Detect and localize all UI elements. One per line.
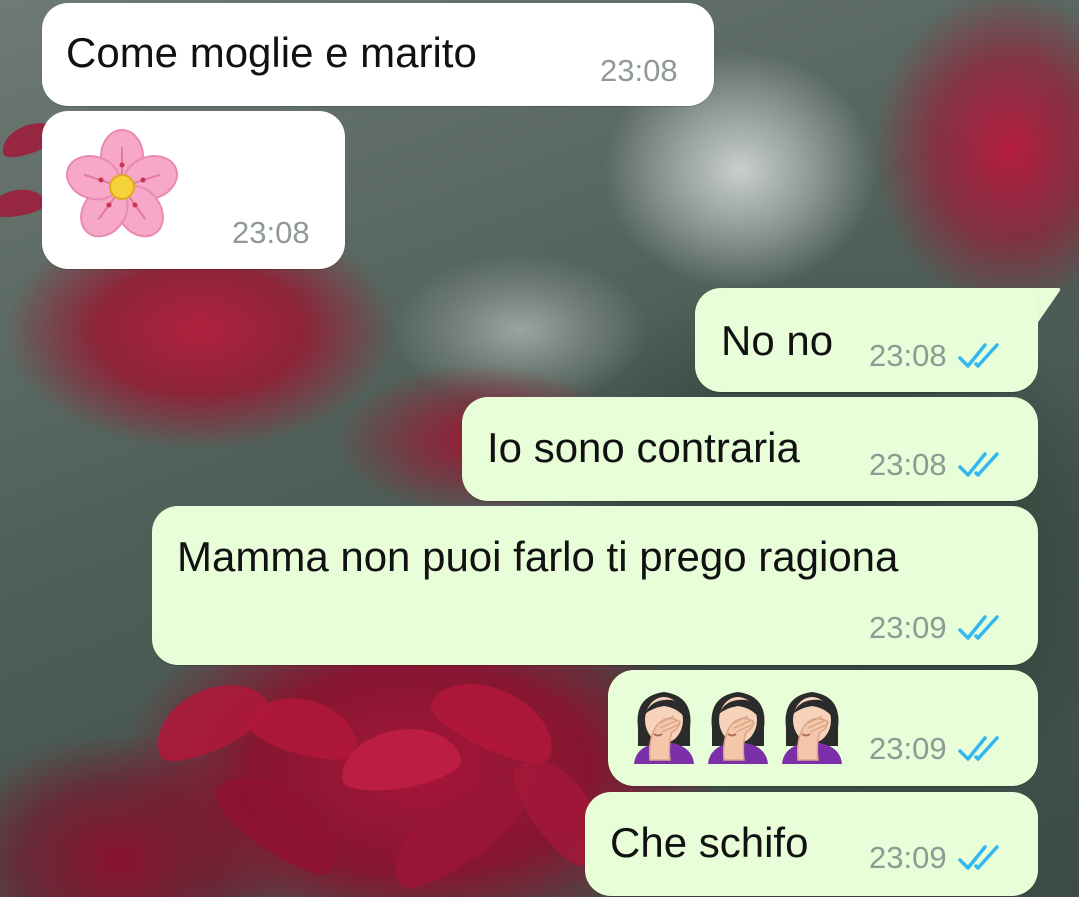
message-timestamp: 23:09 (869, 731, 947, 766)
double-check-read-icon (957, 614, 999, 640)
message-timestamp: 23:08 (869, 447, 947, 482)
message-bubble-outgoing[interactable]: Io sono contraria 23:08 (462, 397, 1038, 501)
emoji-group (628, 684, 848, 764)
message-timestamp: 23:08 (232, 215, 310, 250)
message-meta: 23:08 (869, 340, 1003, 371)
message-text: Che schifo (610, 819, 809, 866)
message-bubble-outgoing[interactable]: 23:09 (608, 670, 1038, 786)
message-bubble-outgoing[interactable]: Mamma non puoi farlo ti prego ragiona 23… (152, 506, 1038, 665)
message-timestamp: 23:08 (600, 53, 678, 88)
message-bubble-outgoing[interactable]: No no 23:08 (695, 288, 1038, 392)
message-timestamp: 23:08 (869, 338, 947, 373)
message-bubble-outgoing[interactable]: Che schifo 23:09 (585, 792, 1038, 896)
message-text: Io sono contraria (487, 424, 800, 471)
message-text: Come moglie e marito (66, 29, 477, 76)
double-check-read-icon (957, 844, 999, 870)
double-check-read-icon (957, 735, 999, 761)
message-meta: 23:09 (869, 612, 1003, 643)
message-bubble-incoming[interactable]: Come moglie e marito 23:08 (42, 3, 714, 106)
cherry-blossom-emoji (65, 129, 179, 238)
woman-facepalming-emoji (708, 692, 768, 764)
message-timestamp: 23:09 (869, 610, 947, 645)
double-check-read-icon (957, 342, 999, 368)
double-check-read-icon (957, 451, 999, 477)
message-meta: 23:09 (869, 842, 1003, 873)
message-meta: 23:09 (869, 733, 1003, 764)
message-text: Mamma non puoi farlo ti prego ragiona (177, 533, 899, 580)
woman-facepalming-emoji (782, 692, 842, 764)
message-meta: 23:08 (232, 217, 310, 248)
woman-facepalming-emoji (634, 692, 694, 764)
message-text: No no (721, 317, 834, 364)
message-meta: 23:08 (869, 449, 1003, 480)
message-timestamp: 23:09 (869, 840, 947, 875)
message-bubble-incoming[interactable]: 23:08 (42, 111, 345, 269)
message-meta: 23:08 (600, 55, 678, 86)
